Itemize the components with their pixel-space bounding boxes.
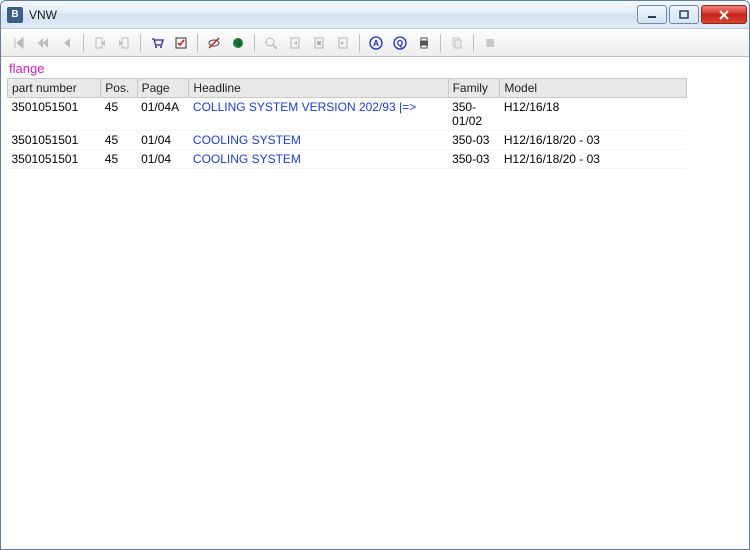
maximize-button[interactable] bbox=[669, 5, 699, 24]
toolbar: A Q bbox=[1, 29, 749, 57]
col-part-number[interactable]: part number bbox=[8, 79, 101, 98]
window-controls bbox=[637, 5, 747, 24]
cart-icon[interactable] bbox=[147, 33, 167, 53]
table-row[interactable]: 3501051501 45 01/04 COOLING SYSTEM 350-0… bbox=[8, 150, 687, 169]
prev-record-icon[interactable] bbox=[57, 33, 77, 53]
cell-part-number: 3501051501 bbox=[8, 150, 101, 169]
checklist-icon[interactable] bbox=[171, 33, 191, 53]
toolbar-separator bbox=[473, 34, 474, 52]
section-title: flange bbox=[7, 59, 743, 78]
results-table: part number Pos. Page Headline Family Mo… bbox=[7, 78, 687, 169]
toolbar-separator bbox=[140, 34, 141, 52]
headline-link[interactable]: COOLING SYSTEM bbox=[193, 133, 301, 147]
stop-icon[interactable] bbox=[480, 33, 500, 53]
svg-text:Q: Q bbox=[397, 39, 403, 48]
toolbar-separator bbox=[440, 34, 441, 52]
zoom-icon[interactable] bbox=[261, 33, 281, 53]
page-forward-icon[interactable] bbox=[333, 33, 353, 53]
content-area: flange part number Pos. Page Headline Fa… bbox=[1, 57, 749, 549]
cell-model: H12/16/18 bbox=[500, 98, 687, 131]
prev-page-icon[interactable] bbox=[33, 33, 53, 53]
cell-family: 350-03 bbox=[448, 131, 500, 150]
cell-pos: 45 bbox=[101, 150, 137, 169]
table-header-row: part number Pos. Page Headline Family Mo… bbox=[8, 79, 687, 98]
cell-model: H12/16/18/20 - 03 bbox=[500, 150, 687, 169]
col-headline[interactable]: Headline bbox=[189, 79, 448, 98]
svg-text:A: A bbox=[373, 39, 379, 48]
app-window: B VNW bbox=[0, 0, 750, 550]
hide-icon[interactable] bbox=[204, 33, 224, 53]
toolbar-separator bbox=[359, 34, 360, 52]
page-fit-icon[interactable] bbox=[309, 33, 329, 53]
cell-pos: 45 bbox=[101, 131, 137, 150]
titlebar: B VNW bbox=[1, 1, 749, 29]
table-row[interactable]: 3501051501 45 01/04 COOLING SYSTEM 350-0… bbox=[8, 131, 687, 150]
cell-model: H12/16/18/20 - 03 bbox=[500, 131, 687, 150]
print-icon[interactable] bbox=[414, 33, 434, 53]
first-record-icon[interactable] bbox=[9, 33, 29, 53]
bookmark-prev-icon[interactable] bbox=[90, 33, 110, 53]
cell-part-number: 3501051501 bbox=[8, 98, 101, 131]
col-pos[interactable]: Pos. bbox=[101, 79, 137, 98]
toolbar-separator bbox=[83, 34, 84, 52]
window-title: VNW bbox=[29, 8, 637, 22]
page-back-icon[interactable] bbox=[285, 33, 305, 53]
copy-icon[interactable] bbox=[447, 33, 467, 53]
cell-family: 350-03 bbox=[448, 150, 500, 169]
minimize-button[interactable] bbox=[637, 5, 667, 24]
cell-family: 350-01/02 bbox=[448, 98, 500, 131]
app-icon: B bbox=[7, 7, 23, 23]
col-page[interactable]: Page bbox=[137, 79, 189, 98]
col-family[interactable]: Family bbox=[448, 79, 500, 98]
col-model[interactable]: Model bbox=[500, 79, 687, 98]
toolbar-separator bbox=[197, 34, 198, 52]
cell-page: 01/04 bbox=[137, 150, 189, 169]
headline-link[interactable]: COLLING SYSTEM VERSION 202/93 |=> bbox=[193, 100, 416, 114]
cell-page: 01/04A bbox=[137, 98, 189, 131]
bookmark-next-icon[interactable] bbox=[114, 33, 134, 53]
close-button[interactable] bbox=[701, 5, 747, 24]
toolbar-separator bbox=[254, 34, 255, 52]
table-row[interactable]: 3501051501 45 01/04A COLLING SYSTEM VERS… bbox=[8, 98, 687, 131]
globe-icon[interactable] bbox=[228, 33, 248, 53]
cell-page: 01/04 bbox=[137, 131, 189, 150]
annotate-a-icon[interactable]: A bbox=[366, 33, 386, 53]
cell-pos: 45 bbox=[101, 98, 137, 131]
cell-part-number: 3501051501 bbox=[8, 131, 101, 150]
headline-link[interactable]: COOLING SYSTEM bbox=[193, 152, 301, 166]
annotate-q-icon[interactable]: Q bbox=[390, 33, 410, 53]
